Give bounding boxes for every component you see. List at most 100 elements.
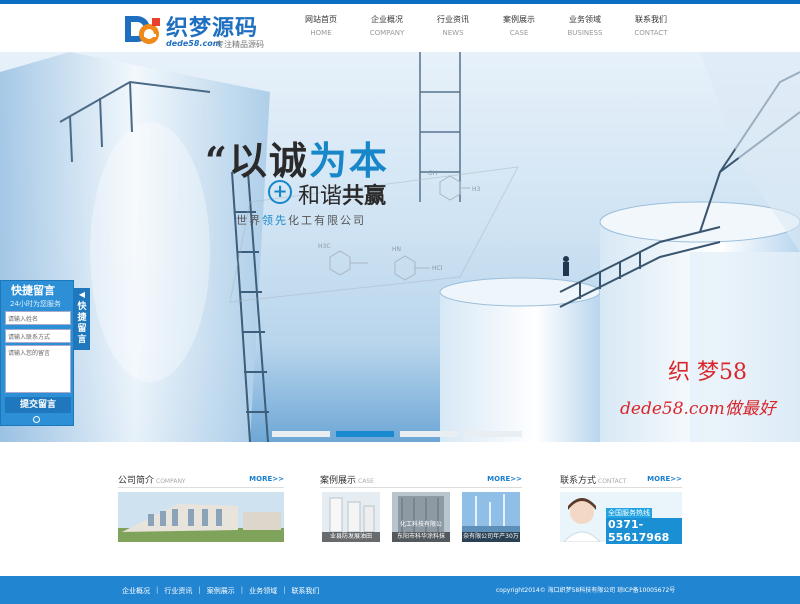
slogan-accent: 为本: [308, 139, 389, 183]
nav-label: 案例展示: [503, 15, 535, 24]
hotline-phone: 0371-55617968: [606, 518, 682, 544]
nav-label-en: COMPANY: [369, 29, 405, 37]
slider-dot-active[interactable]: [336, 431, 394, 437]
message-textarea[interactable]: 请输入您的留言: [5, 345, 71, 393]
company-building-image[interactable]: [118, 492, 284, 542]
building-photo: [118, 492, 284, 542]
more-link[interactable]: MORE>>: [249, 475, 284, 483]
footer-separator: |: [156, 586, 159, 594]
quick-message-tab-label: 快捷留言: [77, 302, 87, 345]
case-item[interactable]: 奈有限公司年产30万吨: [462, 492, 520, 550]
logo-slogan: 专注精品源码: [216, 40, 264, 49]
site-header: 织梦源码 dede58.com 专注精品源码 网站首页 HOME 企业概况 CO…: [0, 4, 800, 52]
hero-banner: OH H3 H3C HN HCl “以诚为本 + 和谐共赢 世界领先化工有限公司…: [0, 52, 800, 442]
main-nav: 网站首页 HOME 企业概况 COMPANY 行业资讯 NEWS 案例展示 CA…: [288, 8, 684, 48]
slider-pagination: [272, 431, 522, 437]
footer-copyright: copyright2014© 海口织梦58科技有限公司 琼ICP备1000567…: [496, 587, 676, 594]
hotline-label: 全国服务热线: [606, 508, 652, 518]
footer-separator: |: [240, 586, 244, 594]
nav-label-en: CASE: [509, 29, 529, 37]
section-title-en: CONTACT: [598, 478, 627, 485]
banner-slogan: “以诚为本: [205, 130, 389, 185]
watermark-url: dede58.com做最好: [620, 399, 776, 419]
nav-label: 网站首页: [305, 15, 337, 24]
quick-message-widget: 快捷留言 24小时为您服务 请输入姓名 请输入联系方式 请输入您的留言 提交留言…: [0, 280, 90, 426]
case-caption: 奈有限公司年产30万吨: [462, 532, 520, 550]
footer-link-business[interactable]: 业务领域: [249, 586, 277, 596]
more-link[interactable]: MORE>>: [647, 475, 682, 483]
case-caption: 东阳市科华涂料抹: [392, 532, 450, 542]
nav-item-company[interactable]: 企业概况 COMPANY: [354, 8, 420, 48]
nav-item-news[interactable]: 行业资讯 NEWS: [420, 8, 486, 48]
nav-label-en: CONTACT: [634, 29, 668, 37]
nav-label-en: BUSINESS: [567, 29, 603, 37]
footer-link-company[interactable]: 企业概况: [122, 586, 150, 596]
about-section: 公司简介 COMPANY MORE>>: [118, 472, 284, 572]
submit-message-button[interactable]: 提交留言: [5, 397, 71, 413]
circle-icon: [33, 416, 40, 423]
logo-mark-icon: [125, 16, 160, 44]
slider-dot[interactable]: [400, 431, 458, 437]
logo-url: dede58.com: [166, 39, 222, 48]
nav-label: 企业概况: [371, 15, 403, 24]
section-title-cn: 公司简介: [118, 476, 155, 486]
quick-message-panel: 快捷留言 24小时为您服务 请输入姓名 请输入联系方式 请输入您的留言 提交留言: [0, 280, 74, 426]
nav-item-case[interactable]: 案例展示 CASE: [486, 8, 552, 48]
section-header: 公司简介 COMPANY MORE>>: [118, 472, 284, 488]
arrow-left-icon: ◀: [78, 290, 86, 299]
case-overlay-text: 化工科技有限公: [399, 521, 442, 528]
section-title: 联系方式 CONTACT: [560, 473, 626, 486]
name-input[interactable]: 请输入姓名: [5, 311, 71, 325]
company-highlight: 领先: [262, 214, 288, 227]
logo-title: 织梦源码: [166, 16, 259, 41]
section-title-cn: 联系方式: [560, 476, 597, 486]
chem-label: HN: [392, 246, 401, 253]
site-footer: 企业概况 | 行业资讯 | 案例展示 | 业务领域 | 联系我们 copyrig…: [0, 576, 800, 604]
subslogan-part: 和谐: [298, 184, 343, 209]
case-item[interactable]: 化工科技有限公 东阳市科华涂料抹: [392, 492, 450, 542]
more-link[interactable]: MORE>>: [487, 475, 522, 483]
nav-label-en: NEWS: [442, 29, 464, 37]
section-header: 案例展示 CASE MORE>>: [320, 472, 522, 488]
quick-message-toggle[interactable]: ◀ 快捷留言: [74, 288, 90, 350]
subslogan-bold: 共赢: [342, 184, 387, 209]
cases-section: 案例展示 CASE MORE>> 业县防发展油田 化工科技有限公 东阳市科华涂料抹…: [320, 472, 522, 572]
quote-mark: “: [205, 138, 229, 183]
section-title-cn: 案例展示: [320, 476, 357, 486]
quick-message-title: 快捷留言: [11, 284, 55, 297]
plus-icon: +: [268, 180, 292, 204]
section-title-en: COMPANY: [156, 478, 186, 485]
nav-item-business[interactable]: 业务领域 BUSINESS: [552, 8, 618, 48]
section-header: 联系方式 CONTACT MORE>>: [560, 472, 682, 488]
footer-nav: 企业概况 | 行业资讯 | 案例展示 | 业务领域 | 联系我们: [122, 586, 319, 596]
nav-label: 行业资讯: [437, 15, 469, 24]
footer-link-news[interactable]: 行业资讯: [164, 586, 192, 596]
case-item[interactable]: 业县防发展油田: [322, 492, 380, 542]
footer-link-contact[interactable]: 联系我们: [291, 586, 319, 596]
nav-label: 业务领域: [569, 15, 601, 24]
company-part: 世界: [236, 214, 262, 227]
footer-link-case[interactable]: 案例展示: [207, 586, 235, 596]
slider-dot[interactable]: [272, 431, 330, 437]
section-title-en: CASE: [358, 478, 374, 485]
chem-label: OH: [428, 170, 437, 177]
watermark-text: 织 梦58: [668, 360, 747, 385]
chem-label: HCl: [432, 265, 443, 272]
section-title: 案例展示 CASE: [320, 473, 374, 486]
case-caption: 业县防发展油田: [322, 532, 380, 542]
chem-label: H3C: [318, 243, 331, 250]
nav-label: 联系我们: [635, 15, 667, 24]
contact-section: 联系方式 CONTACT MORE>> 全国服务热线 0371-55617968: [560, 472, 682, 572]
nav-item-contact[interactable]: 联系我们 CONTACT: [618, 8, 684, 48]
slider-dot[interactable]: [464, 431, 522, 437]
footer-separator: |: [283, 586, 286, 594]
section-title: 公司简介 COMPANY: [118, 473, 186, 486]
nav-item-home[interactable]: 网站首页 HOME: [288, 8, 354, 48]
contact-input[interactable]: 请输入联系方式: [5, 329, 71, 343]
company-part: 化工有限公司: [288, 214, 366, 227]
footer-separator: |: [198, 586, 201, 594]
contact-banner[interactable]: 全国服务热线 0371-55617968: [560, 492, 682, 544]
site-logo[interactable]: 织梦源码 dede58.com 专注精品源码: [122, 10, 282, 50]
nav-label-en: HOME: [310, 29, 332, 37]
quick-message-subtitle: 24小时为您服务: [10, 300, 61, 308]
